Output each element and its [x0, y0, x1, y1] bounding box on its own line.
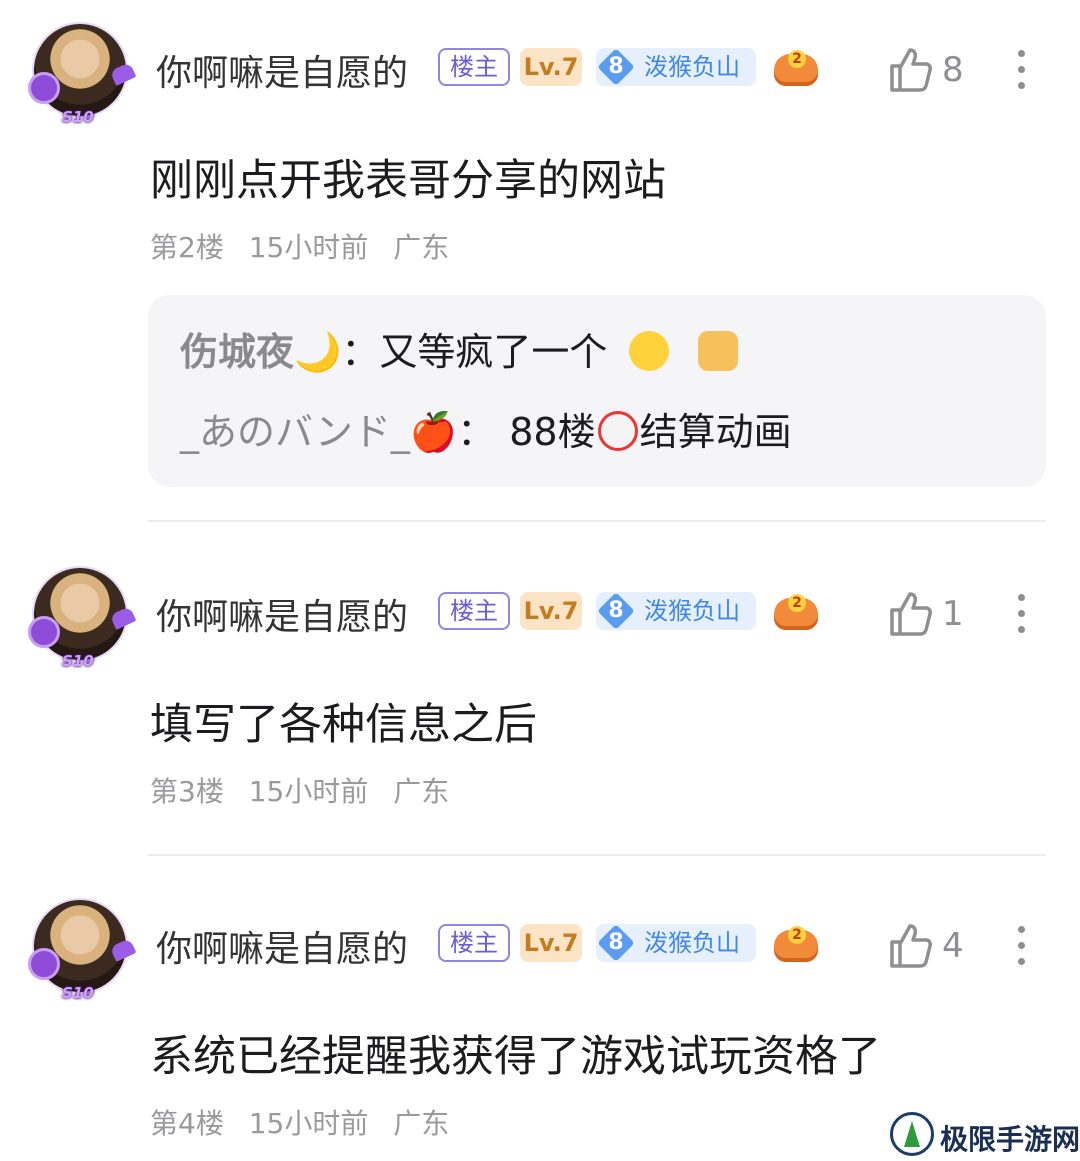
more-options-icon[interactable]: [1010, 592, 1034, 636]
level-badge: Lv.7: [520, 924, 582, 962]
rank-badge[interactable]: 8 泼猴负山: [596, 924, 756, 962]
avatar[interactable]: S10: [28, 24, 137, 126]
comment-content: 填写了各种信息之后: [150, 700, 537, 750]
divider: [148, 520, 1046, 522]
like-count: 4: [942, 926, 964, 966]
post-location: 广东: [393, 231, 450, 264]
rank-title: 泼猴负山: [644, 53, 740, 81]
gamepad-badge-number: 2: [788, 926, 806, 944]
reply-username[interactable]: 伤城夜🌙: [180, 330, 341, 374]
like-button[interactable]: 4: [888, 922, 978, 970]
site-watermark: 极限手游网: [888, 1108, 1080, 1161]
rank-diamond-icon: 8: [596, 924, 636, 962]
reply-username[interactable]: _あのバンド_🍎: [180, 410, 457, 454]
post-time: 15小时前: [248, 775, 369, 808]
divider: [148, 854, 1046, 856]
dog-face-icon: [697, 331, 738, 371]
comment-content: 系统已经提醒我获得了游戏试玩资格了: [150, 1032, 881, 1082]
rank-title: 泼猴负山: [644, 929, 740, 957]
post-time: 15小时前: [248, 1107, 369, 1140]
avatar-frame-decoration: [109, 938, 137, 962]
avatar-rank-tag: S10: [62, 652, 94, 670]
reply-preview-box[interactable]: 伤城夜🌙：又等疯了一个 _あのバンド_🍎： 88楼 结算动画: [148, 295, 1046, 487]
clown-face-icon: [597, 411, 638, 451]
like-count: 8: [942, 50, 964, 90]
username[interactable]: 你啊嘛是自愿的: [156, 920, 408, 972]
laughing-face-icon: [629, 331, 670, 371]
rank-badge[interactable]: 8 泼猴负山: [596, 48, 756, 86]
like-button[interactable]: 1: [888, 590, 978, 638]
watermark-text: 极限手游网: [940, 1123, 1080, 1156]
comment-content: 刚刚点开我表哥分享的网站: [150, 156, 666, 206]
owner-badge: 楼主: [438, 924, 510, 962]
more-options-icon[interactable]: [1010, 48, 1034, 92]
thumbs-up-icon: [890, 592, 932, 636]
gamepad-badge-icon[interactable]: 2: [774, 50, 818, 86]
rank-diamond-icon: 8: [596, 592, 636, 630]
avatar[interactable]: S10: [28, 900, 137, 1002]
reply-text: 88楼: [509, 410, 596, 454]
rank-badge[interactable]: 8 泼猴负山: [596, 592, 756, 630]
gamepad-badge-number: 2: [788, 594, 806, 612]
owner-badge: 楼主: [438, 592, 510, 630]
like-button[interactable]: 8: [888, 46, 978, 94]
avatar-frame-decoration: [109, 62, 137, 86]
reply-item[interactable]: 伤城夜🌙：又等疯了一个: [180, 321, 738, 376]
more-options-icon[interactable]: [1010, 924, 1034, 968]
gamepad-badge-icon[interactable]: 2: [774, 594, 818, 630]
username[interactable]: 你啊嘛是自愿的: [156, 588, 408, 640]
level-badge: Lv.7: [520, 592, 582, 630]
post-location: 广东: [393, 775, 450, 808]
gamepad-badge-number: 2: [788, 50, 806, 68]
thumbs-up-icon: [890, 48, 932, 92]
avatar-rank-tag: S10: [62, 984, 94, 1002]
thumbs-up-icon: [890, 924, 932, 968]
avatar-frame-decoration: [109, 606, 137, 630]
avatar-frame-decoration: [28, 72, 60, 104]
floor-number: 第2楼: [150, 231, 224, 264]
post-location: 广东: [393, 1107, 450, 1140]
avatar[interactable]: S10: [28, 568, 137, 670]
floor-number: 第3楼: [150, 775, 224, 808]
comment-meta: 第3楼 15小时前 广东: [150, 770, 465, 810]
post-time: 15小时前: [248, 231, 369, 264]
username[interactable]: 你啊嘛是自愿的: [156, 44, 408, 96]
reply-text: 又等疯了一个: [379, 330, 608, 374]
rank-title: 泼猴负山: [644, 597, 740, 625]
avatar-rank-tag: S10: [62, 108, 94, 126]
comment-meta: 第2楼 15小时前 广东: [150, 226, 465, 266]
owner-badge: 楼主: [438, 48, 510, 86]
reply-text: 结算动画: [639, 410, 792, 454]
floor-number: 第4楼: [150, 1107, 224, 1140]
rank-diamond-icon: 8: [596, 48, 636, 86]
level-badge: Lv.7: [520, 48, 582, 86]
gamepad-badge-icon[interactable]: 2: [774, 926, 818, 962]
avatar-frame-decoration: [28, 948, 60, 980]
reply-item[interactable]: _あのバンド_🍎： 88楼 结算动画: [180, 401, 792, 456]
like-count: 1: [942, 594, 964, 634]
avatar-frame-decoration: [28, 616, 60, 648]
watermark-logo-icon: [890, 1112, 934, 1156]
comment-meta: 第4楼 15小时前 广东: [150, 1102, 465, 1142]
